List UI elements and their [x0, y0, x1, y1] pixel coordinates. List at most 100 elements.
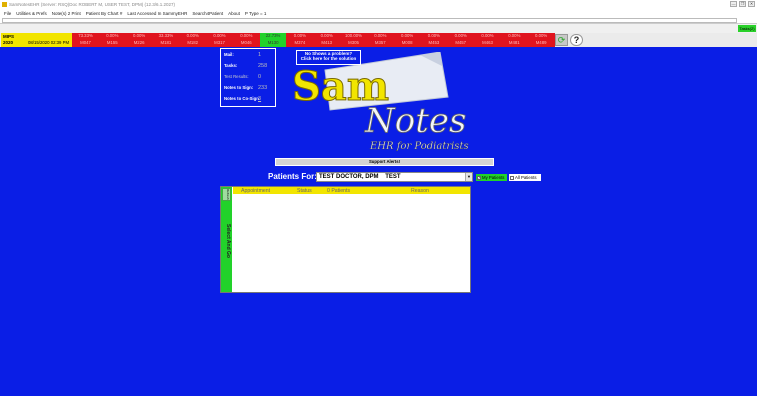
menu-search-patient[interactable]: Search4Patient	[192, 11, 223, 16]
app-icon	[2, 2, 7, 7]
mips-metric-code: M046	[240, 39, 252, 45]
notes-sign-row[interactable]: Notes to Sign: 233	[224, 85, 276, 91]
notes-cosign-row[interactable]: Notes to Co-Sign: 3	[224, 96, 276, 102]
check-icon: ✓	[477, 175, 481, 180]
menu-patient-by-chart[interactable]: Patient By Chart #	[86, 11, 123, 16]
my-patients-checkbox[interactable]: ✓My Patients	[476, 174, 507, 181]
mips-metric-code: M317	[214, 39, 225, 45]
refresh-button[interactable]: ⟳	[555, 34, 568, 46]
appointments-refresh-button[interactable]: Refresh	[222, 188, 231, 201]
doctor-select[interactable]: TEST DOCTOR, DPM TEST ▼	[316, 172, 473, 182]
chevron-down-icon[interactable]: ▼	[465, 173, 472, 181]
mips-metric-code: M130	[267, 39, 279, 45]
mips-metric-code: M463	[482, 39, 493, 45]
mips-metric-code: M453	[428, 39, 440, 45]
mips-metric-code: M374	[294, 39, 306, 45]
mips-metric-code: M357	[374, 39, 386, 45]
noshow-line2: Click here for the solution	[300, 56, 357, 61]
toolbar	[0, 17, 757, 24]
mail-row[interactable]: Mail: 1	[224, 52, 276, 58]
col-appointment[interactable]: Appointment	[241, 188, 270, 194]
window-title: SamNotesEHR (Server: RSQ(Doc ROBERT M, U…	[9, 2, 176, 7]
mips-metric-code: M181	[160, 39, 172, 45]
patients-for-label: Patients For:	[268, 172, 317, 181]
mips-metric[interactable]: 73.33% M047	[72, 33, 99, 47]
mips-metric-code: M047	[80, 39, 91, 45]
tasks-row[interactable]: Tasks: 258	[224, 63, 276, 69]
mail-label: Mail:	[224, 52, 234, 57]
menu-bar: File Utilities & Prefs Note(s) 2 Print P…	[0, 9, 757, 17]
notes-cosign-value[interactable]: 3	[258, 96, 261, 102]
logo-tagline: EHR for Podiatrists	[369, 141, 469, 152]
test-results-row[interactable]: Test Results: 0	[224, 74, 276, 80]
logo-notes: Notes	[364, 101, 466, 141]
mips-metric[interactable]: 0.00% M481	[500, 33, 528, 47]
stats-panel: Mail: 1 Tasks: 258 Test Results: 0 Notes…	[220, 48, 276, 107]
support-alerts-button[interactable]: Support Alerts!	[275, 158, 494, 166]
all-patients-label: All Patients	[515, 175, 537, 180]
menu-last-accessed[interactable]: Last Accessed In SammyEHR	[127, 11, 187, 16]
maximize-button[interactable]: ❐	[739, 1, 746, 7]
notes-cosign-label: Notes to Co-Sign:	[224, 96, 261, 101]
mips-metric-code: M182	[187, 39, 199, 45]
mips-metric-code: M481	[508, 39, 520, 45]
all-patients-checkbox[interactable]: All Patients	[509, 174, 541, 181]
mips-metric[interactable]: 0.00% M457	[447, 33, 475, 47]
col-status[interactable]: Status	[297, 188, 312, 194]
menu-notes-print[interactable]: Note(s) 2 Print	[52, 11, 81, 16]
mips-metric[interactable]: 0.00% M463	[474, 33, 501, 47]
tasks-value: 258	[258, 63, 268, 69]
noshow-promo[interactable]: No Shows a problem? Click here for the s…	[296, 50, 361, 65]
select-and-go-button[interactable]: Select And Go	[222, 221, 231, 261]
tasks-label: Tasks:	[224, 63, 238, 68]
col-reason[interactable]: Reason	[411, 188, 429, 194]
appointments-sidebar: Refresh Select And Go	[221, 187, 232, 292]
mips-metric[interactable]: 0.00% M008	[393, 33, 421, 47]
appointments-list[interactable]	[233, 194, 470, 292]
mips-metric[interactable]: 0.00% M182	[179, 33, 207, 47]
menu-utilities[interactable]: Utilities & Prefs	[16, 11, 47, 16]
mips-metric-code: M155	[106, 39, 118, 45]
command-input[interactable]	[2, 18, 737, 23]
samnotes-logo: Sam Notes EHR for Podiatrists	[292, 52, 469, 152]
minimize-button[interactable]: —	[730, 1, 737, 7]
mips-metric-code: M305	[348, 39, 359, 45]
checkbox-icon	[510, 175, 514, 180]
mips-metric[interactable]: 22.73% M130	[259, 33, 287, 47]
appointments-panel: Refresh Select And Go Appointment Status…	[220, 186, 471, 293]
col-patients[interactable]: 0 Patients	[327, 188, 350, 194]
menu-file[interactable]: File	[4, 11, 11, 16]
appointments-header: Appointment Status 0 Patients Reason	[233, 187, 470, 194]
my-patients-label: My Patients	[482, 175, 505, 180]
mips-year: 2020	[3, 39, 14, 45]
menu-about[interactable]: About	[228, 11, 240, 16]
mips-bar: MIPS 2020 08/15/2020 02:39 PM 73.33% M047…	[0, 33, 757, 47]
mail-value: 1	[258, 52, 262, 58]
mips-metric[interactable]: 0.00% M413	[313, 33, 341, 47]
notes-sign-label: Notes to Sign:	[224, 85, 254, 90]
mips-label: MIPS 2020	[1, 33, 27, 47]
mips-metric-code: M413	[321, 39, 333, 45]
mips-metric-code: M008	[401, 39, 413, 45]
mips-metric[interactable]: 100.00% M305	[340, 33, 367, 47]
window-controls: — ❐ ✕	[730, 1, 755, 7]
mips-metric[interactable]: 33.33% M181	[152, 33, 180, 47]
mips-metric[interactable]: 0.00% M155	[98, 33, 126, 47]
mips-metric[interactable]: 0.00% M357	[366, 33, 394, 47]
window-titlebar: SamNotesEHR (Server: RSQ(Doc ROBERT M, U…	[0, 0, 757, 9]
doctor-select-value: TEST DOCTOR, DPM TEST	[319, 174, 401, 180]
mips-metric-code: M226	[133, 39, 145, 45]
mips-metric[interactable]: 0.00% M317	[206, 33, 233, 47]
mips-metric[interactable]: 0.00% M046	[232, 33, 260, 47]
tasks-button[interactable]: Tasks(2)	[738, 25, 756, 32]
help-button[interactable]: ?	[570, 34, 583, 46]
tasks-strip: Tasks(2)	[0, 24, 757, 33]
mips-metric-code: M489	[535, 39, 547, 45]
test-results-value: 0	[258, 74, 262, 80]
mips-metric[interactable]: 0.00% M226	[125, 33, 153, 47]
mips-metric[interactable]: 0.00% M453	[420, 33, 448, 47]
mips-metric[interactable]: 0.00% M374	[286, 33, 314, 47]
mips-metric[interactable]: 0.00% M489	[527, 33, 555, 47]
close-button[interactable]: ✕	[748, 1, 755, 7]
mips-datetime: 08/15/2020 02:39 PM	[27, 33, 72, 47]
